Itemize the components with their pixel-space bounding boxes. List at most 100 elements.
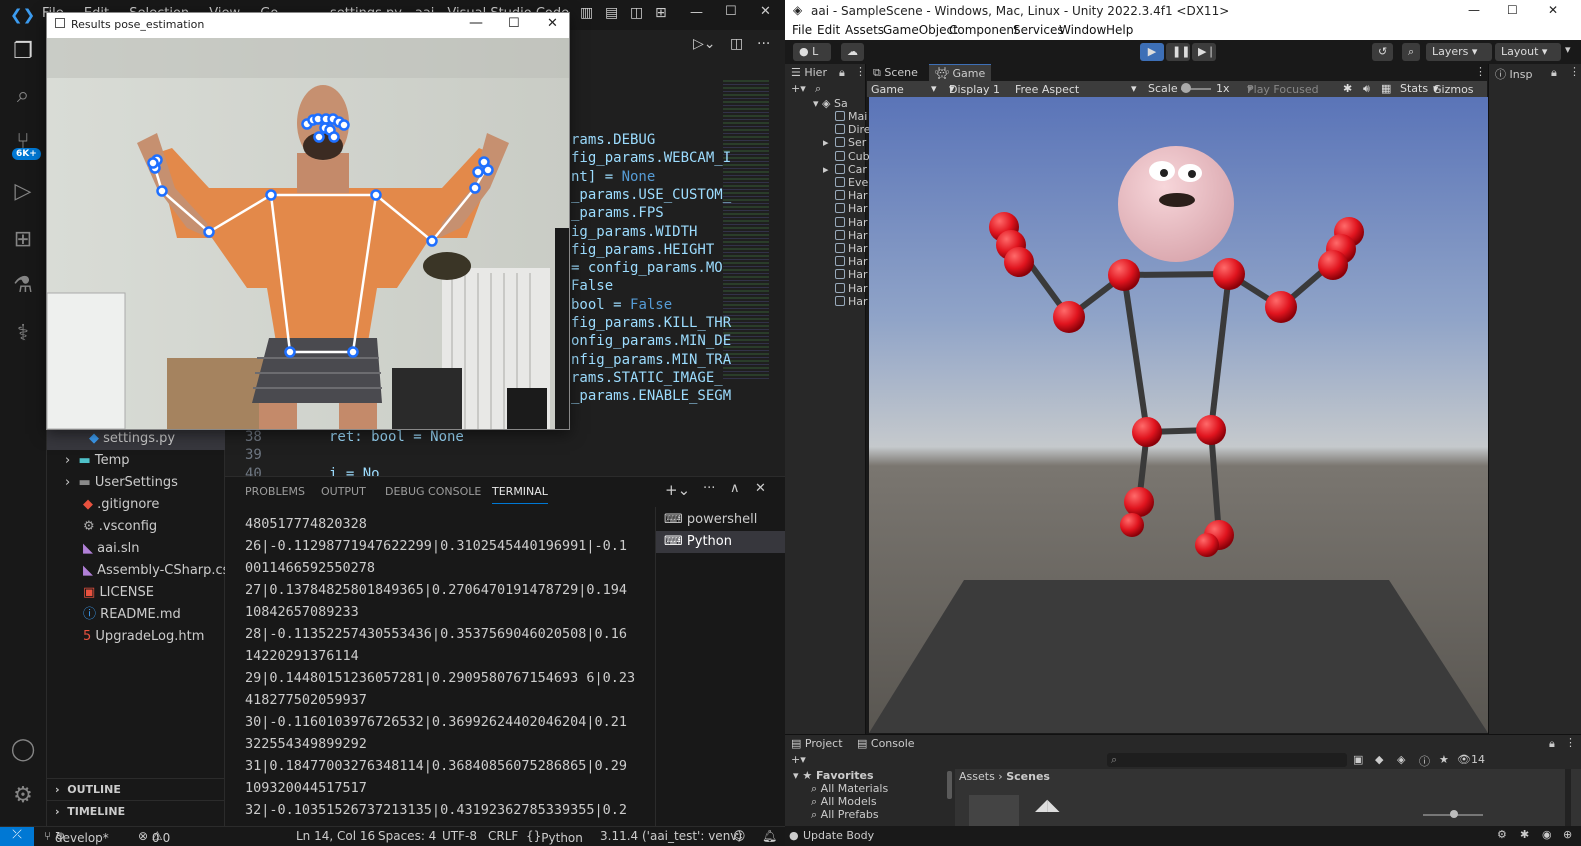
testing-icon[interactable]: ⚗ [9, 272, 37, 300]
minimize-icon[interactable]: — [690, 5, 703, 20]
favorites-header[interactable]: ▾ ★ Favorites [793, 769, 874, 782]
close-icon[interactable]: ✕ [547, 16, 558, 31]
more-icon[interactable]: ··· [703, 481, 715, 496]
collab-icon[interactable]: ⊕ [1563, 828, 1572, 841]
pose-window-titlebar[interactable]: Results pose_estimation — ☐ ✕ [47, 13, 569, 38]
tree-item-upgradelog[interactable]: 5 UpgradeLog.htm [47, 626, 204, 648]
cursor-position[interactable]: Ln 14, Col 16 [296, 829, 375, 843]
hierarchy-item[interactable]: Har [835, 242, 868, 255]
lock-icon[interactable]: 🔒︎ [839, 66, 845, 80]
layout-toggle-icon[interactable]: ▥ [580, 5, 593, 21]
accounts-icon[interactable]: ◯ [9, 736, 37, 764]
tree-item-assembly-csharp[interactable]: ◣ Assembly-CSharp.cs... [47, 560, 242, 582]
search-icon[interactable]: ⌕ [9, 82, 37, 110]
zoom-slider-handle[interactable] [1450, 810, 1458, 818]
remote-icon[interactable]: ⤫ [0, 827, 34, 846]
menu-component[interactable]: Component [949, 23, 1019, 37]
hierarchy-tab[interactable]: ☰ Hier [791, 66, 827, 79]
problems-status[interactable]: ⊗ 0 ⚠ 0 [138, 829, 170, 845]
tab-game[interactable]: 👾︎ Game [929, 64, 992, 82]
step-button[interactable]: ▶❘ [1192, 43, 1216, 61]
tree-item-usersettings[interactable]: › ▬ UserSettings [47, 472, 178, 494]
scene-item[interactable]: ▾ ◈ Sa [813, 97, 848, 110]
asset-thumbnail[interactable] [969, 795, 1019, 827]
display-dropdown[interactable]: Display 1 ▾ [949, 82, 1000, 96]
tab-output[interactable]: OUTPUT [321, 485, 366, 498]
stats-button[interactable]: Stats [1400, 82, 1428, 95]
type-icon[interactable]: ◆ [1375, 753, 1383, 766]
history-icon[interactable]: ↺ [1372, 43, 1394, 61]
terminal-item-powershell[interactable]: ⌨ powershell [656, 509, 785, 531]
inspector-tab[interactable]: ⓘ Insp [1495, 66, 1532, 82]
play-focused-dropdown[interactable]: Play Focused ▾ [1247, 82, 1319, 96]
search-icon[interactable]: ⌕ [1402, 43, 1421, 61]
unity-scene-icon[interactable]: ◢◣ [1035, 795, 1085, 827]
close-icon[interactable]: ✕ [1548, 3, 1558, 17]
hierarchy-item[interactable]: Car ▸ [823, 163, 867, 176]
close-panel-icon[interactable]: ✕ [755, 481, 766, 496]
play-button[interactable]: ▶ [1140, 43, 1164, 61]
notifications-icon[interactable]: 🔔︎ [762, 829, 777, 843]
unity-titlebar[interactable]: ◈ aai - SampleScene - Windows, Mac, Linu… [785, 0, 1581, 22]
new-terminal-icon[interactable]: +⌄ [665, 481, 690, 499]
indent-status[interactable]: Spaces: 4 [378, 829, 436, 843]
menu-edit[interactable]: Edit [817, 23, 840, 37]
grid-icon[interactable]: ▦ [1381, 82, 1391, 95]
outline-section[interactable]: › OUTLINE [47, 778, 225, 800]
feedback-icon[interactable]: ☺ [733, 829, 746, 843]
manage-gear-icon[interactable]: ⚙ [9, 782, 37, 810]
menu-help[interactable]: Help [1106, 23, 1133, 37]
tree-item-license[interactable]: ▣ LICENSE [47, 582, 154, 604]
minimize-icon[interactable]: — [469, 15, 483, 31]
tree-scrollbar[interactable] [947, 771, 952, 799]
expand-arrow-icon[interactable]: ▸ [823, 163, 829, 176]
hierarchy-item[interactable]: Har [835, 282, 868, 295]
cloud-icon[interactable]: ☁ [841, 43, 864, 61]
terminal-output[interactable]: 480517774820328 26|-0.11298771947622299|0… [245, 513, 645, 846]
warning-icon[interactable]: ⓘ [1419, 753, 1430, 769]
tree-item-gitignore[interactable]: ◆ .gitignore [47, 494, 159, 516]
more-menu-icon[interactable]: ⋮ [1475, 65, 1486, 78]
breadcrumb-scenes[interactable]: Scenes [1006, 770, 1050, 783]
status-message[interactable]: Update Body [803, 829, 874, 842]
tree-item-readme[interactable]: ⓘ README.md [47, 604, 181, 626]
menu-services[interactable]: Services [1013, 23, 1064, 37]
menu-assets[interactable]: Assets [845, 23, 884, 37]
menu-gameobject[interactable]: GameObject [883, 23, 958, 37]
hierarchy-item[interactable]: Har [835, 295, 868, 308]
gizmos-button[interactable]: Gizmos ▾ [1433, 82, 1474, 96]
tree-item-settings-py[interactable]: ◆ settings.py [47, 428, 225, 450]
breadcrumb-assets[interactable]: Assets [959, 770, 995, 783]
fav-all-models[interactable]: ⌕ All Models [811, 795, 877, 809]
pause-button[interactable]: ❚❚ [1166, 43, 1190, 61]
fav-all-prefabs[interactable]: ⌕ All Prefabs [811, 808, 879, 822]
close-icon[interactable]: ✕ [760, 4, 771, 19]
project-search-input[interactable]: ⌕ [1107, 753, 1347, 767]
menu-file[interactable]: File [792, 23, 812, 37]
tree-item-vsconfig[interactable]: ⚙ .vsconfig [47, 516, 157, 538]
game-view[interactable] [869, 97, 1488, 733]
more-menu-icon[interactable]: ▾ [1565, 43, 1571, 56]
minimize-icon[interactable]: — [1468, 3, 1480, 17]
fav-all-materials[interactable]: ⌕ All Materials [811, 782, 888, 796]
panel-toggle-icon[interactable]: ▤ [605, 5, 618, 21]
hierarchy-item[interactable]: Har [835, 229, 868, 242]
more-menu-icon[interactable]: ⋮ [1565, 736, 1576, 749]
run-python-icon[interactable]: ▷⌄ [693, 36, 716, 52]
hierarchy-item[interactable]: Cub [835, 150, 870, 163]
tree-item-aai-sln[interactable]: ◣ aai.sln [47, 538, 139, 560]
secondary-sidebar-icon[interactable]: ◫ [630, 5, 643, 21]
expand-arrow-icon[interactable]: ▸ [823, 136, 829, 149]
timeline-section[interactable]: › TIMELINE [47, 800, 225, 822]
bug-icon[interactable]: ✱ [1343, 82, 1352, 95]
explorer-icon[interactable]: ❐ [9, 38, 37, 66]
menu-window[interactable]: Window [1059, 23, 1106, 37]
account-button[interactable]: ● L ⌄ [793, 43, 831, 76]
terminal-item-python[interactable]: ⌨ Python [656, 531, 785, 553]
add-icon[interactable]: +▾ [791, 82, 806, 95]
more-menu-icon[interactable]: ⋮ [855, 65, 866, 78]
split-editor-icon[interactable]: ◫ [730, 36, 743, 52]
audio-icon[interactable]: 🔊︎ [1363, 82, 1370, 96]
maximize-icon[interactable]: ☐ [1507, 3, 1518, 17]
hierarchy-item[interactable]: Har [835, 189, 868, 202]
